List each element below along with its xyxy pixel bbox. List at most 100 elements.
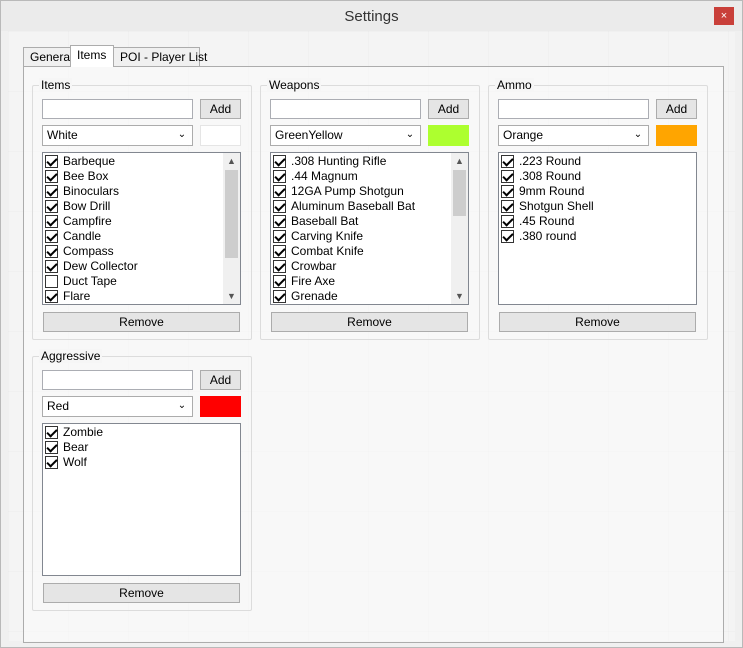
- title-bar[interactable]: Settings ×: [1, 1, 742, 31]
- checkbox[interactable]: [273, 245, 286, 258]
- checkbox[interactable]: [273, 230, 286, 243]
- tab-general[interactable]: General: [23, 47, 73, 66]
- checkbox[interactable]: [273, 260, 286, 273]
- list-item[interactable]: .308 Round: [499, 169, 696, 184]
- list-item[interactable]: Barbeque: [43, 154, 240, 169]
- checkbox[interactable]: [273, 155, 286, 168]
- checkbox[interactable]: [501, 215, 514, 228]
- list-item[interactable]: 9mm Round: [499, 184, 696, 199]
- scroll-up-icon[interactable]: ▲: [451, 153, 468, 169]
- checkbox[interactable]: [273, 170, 286, 183]
- checkbox[interactable]: [45, 275, 58, 288]
- group-title: Ammo: [495, 78, 534, 92]
- list-item[interactable]: Compass: [43, 244, 240, 259]
- checkbox[interactable]: [45, 456, 58, 469]
- checkbox[interactable]: [273, 200, 286, 213]
- checkbox[interactable]: [501, 155, 514, 168]
- items-remove-button[interactable]: Remove: [43, 312, 240, 332]
- checkbox[interactable]: [45, 260, 58, 273]
- list-item-label: Carving Knife: [291, 229, 364, 243]
- checkbox[interactable]: [45, 290, 58, 303]
- tab-items[interactable]: Items: [70, 45, 114, 67]
- scroll-thumb[interactable]: [453, 170, 466, 216]
- checkbox[interactable]: [273, 275, 286, 288]
- checkbox[interactable]: [45, 170, 58, 183]
- weapons-color-select[interactable]: GreenYellow ⌄: [270, 125, 421, 146]
- list-item-label: .308 Hunting Rifle: [291, 154, 387, 168]
- list-item[interactable]: .380 round: [499, 229, 696, 244]
- scroll-down-icon[interactable]: ▼: [451, 288, 468, 304]
- items-scrollbar[interactable]: ▲ ▼: [223, 153, 240, 304]
- list-item[interactable]: .223 Round: [499, 154, 696, 169]
- list-item[interactable]: 12GA Pump Shotgun: [271, 184, 468, 199]
- list-item[interactable]: Candle: [43, 229, 240, 244]
- aggressive-color-select[interactable]: Red ⌄: [42, 396, 193, 417]
- checkbox[interactable]: [501, 230, 514, 243]
- checkbox[interactable]: [273, 185, 286, 198]
- list-item[interactable]: Zombie: [43, 425, 240, 440]
- list-item[interactable]: Dew Collector: [43, 259, 240, 274]
- checkbox[interactable]: [273, 215, 286, 228]
- list-item[interactable]: Flare: [43, 289, 240, 304]
- list-item[interactable]: Combat Knife: [271, 244, 468, 259]
- checkbox[interactable]: [273, 290, 286, 303]
- scroll-down-icon[interactable]: ▼: [223, 288, 240, 304]
- list-item[interactable]: Duct Tape: [43, 274, 240, 289]
- aggressive-add-button[interactable]: Add: [200, 370, 241, 390]
- tab-poi-player-list[interactable]: POI - Player List: [113, 47, 207, 66]
- list-item[interactable]: .45 Round: [499, 214, 696, 229]
- scroll-up-icon[interactable]: ▲: [223, 153, 240, 169]
- ammo-input[interactable]: [498, 99, 649, 119]
- checkbox[interactable]: [45, 245, 58, 258]
- ammo-color-select[interactable]: Orange ⌄: [498, 125, 649, 146]
- checkbox[interactable]: [45, 215, 58, 228]
- list-item[interactable]: .308 Hunting Rifle: [271, 154, 468, 169]
- checkbox[interactable]: [45, 426, 58, 439]
- close-button[interactable]: ×: [714, 7, 734, 25]
- list-item-label: .380 round: [519, 229, 577, 243]
- ammo-remove-button[interactable]: Remove: [499, 312, 696, 332]
- list-item[interactable]: Bee Box: [43, 169, 240, 184]
- list-item[interactable]: Bow Drill: [43, 199, 240, 214]
- ammo-add-button[interactable]: Add: [656, 99, 697, 119]
- list-item-label: Fire Axe: [291, 274, 336, 288]
- weapons-input[interactable]: [270, 99, 421, 119]
- checkbox[interactable]: [45, 155, 58, 168]
- list-item[interactable]: Bear: [43, 440, 240, 455]
- list-item[interactable]: Binoculars: [43, 184, 240, 199]
- list-item[interactable]: Grenade: [271, 289, 468, 304]
- list-item[interactable]: Shotgun Shell: [499, 199, 696, 214]
- list-item[interactable]: Baseball Bat: [271, 214, 468, 229]
- checkbox[interactable]: [45, 441, 58, 454]
- list-item-label: Baseball Bat: [291, 214, 359, 228]
- items-add-button[interactable]: Add: [200, 99, 241, 119]
- checkbox[interactable]: [45, 230, 58, 243]
- items-color-select[interactable]: White ⌄: [42, 125, 193, 146]
- scroll-thumb[interactable]: [225, 170, 238, 258]
- weapons-scrollbar[interactable]: ▲ ▼: [451, 153, 468, 304]
- list-item-label: Binoculars: [63, 184, 120, 198]
- list-item[interactable]: Campfire: [43, 214, 240, 229]
- aggressive-input[interactable]: [42, 370, 193, 390]
- weapons-remove-button[interactable]: Remove: [271, 312, 468, 332]
- list-item[interactable]: Aluminum Baseball Bat: [271, 199, 468, 214]
- group-title: Weapons: [267, 78, 322, 92]
- checkbox[interactable]: [501, 170, 514, 183]
- list-item[interactable]: Crowbar: [271, 259, 468, 274]
- list-item-label: Bow Drill: [63, 199, 111, 213]
- aggressive-remove-button[interactable]: Remove: [43, 583, 240, 603]
- group-title: Aggressive: [39, 349, 103, 363]
- settings-window: Settings × General Items POI - Player Li…: [0, 0, 743, 648]
- list-item[interactable]: Fire Axe: [271, 274, 468, 289]
- checkbox[interactable]: [501, 185, 514, 198]
- list-item[interactable]: .44 Magnum: [271, 169, 468, 184]
- checkbox[interactable]: [501, 200, 514, 213]
- items-input[interactable]: [42, 99, 193, 119]
- weapons-add-button[interactable]: Add: [428, 99, 469, 119]
- list-item-label: Campfire: [63, 214, 112, 228]
- list-item-label: Combat Knife: [291, 244, 364, 258]
- checkbox[interactable]: [45, 200, 58, 213]
- checkbox[interactable]: [45, 185, 58, 198]
- list-item[interactable]: Wolf: [43, 455, 240, 470]
- list-item[interactable]: Carving Knife: [271, 229, 468, 244]
